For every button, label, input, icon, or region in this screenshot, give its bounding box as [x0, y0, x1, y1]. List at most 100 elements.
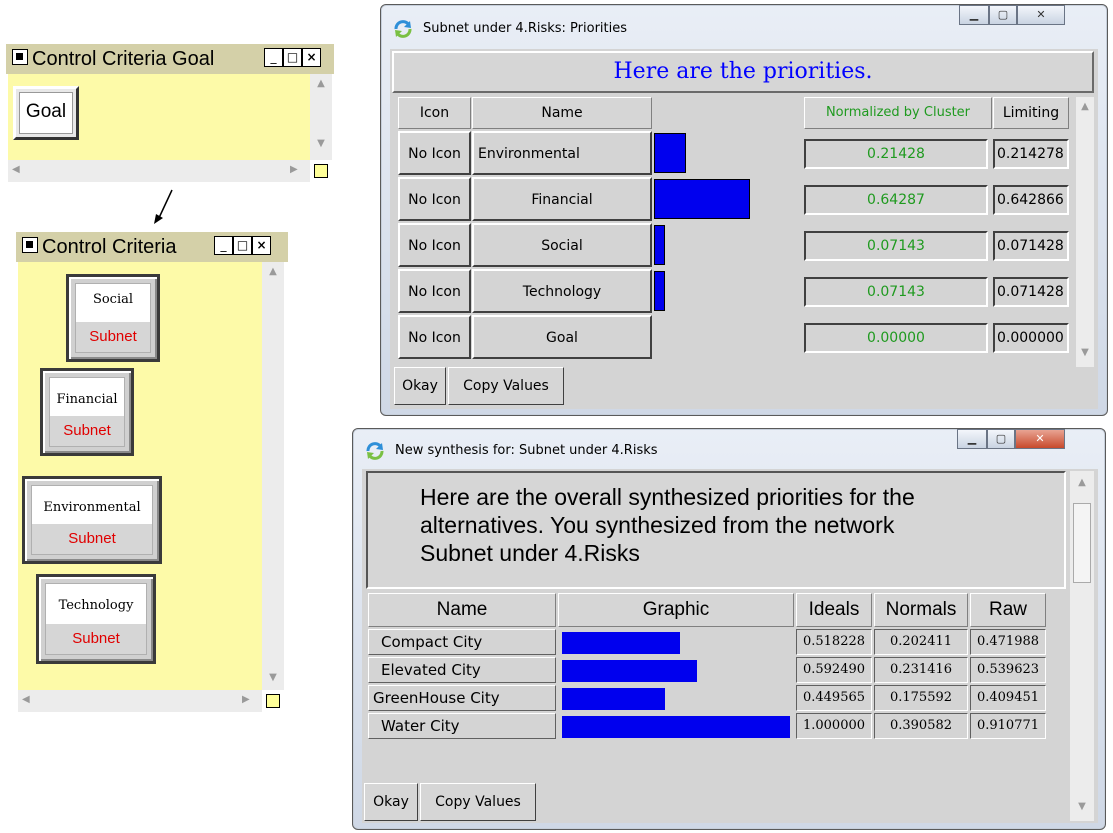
- system-menu-icon[interactable]: [22, 237, 38, 253]
- node-name: Financial: [56, 392, 118, 407]
- row-normals-value: 0.175592: [874, 685, 968, 711]
- synthesis-heading-line: Here are the overall synthesized priorit…: [420, 484, 915, 510]
- scroll-up-icon[interactable]: ▲: [1070, 477, 1094, 488]
- row-name-cell: Technology: [472, 269, 652, 313]
- priority-bar: [654, 225, 665, 265]
- synthesis-bar: [562, 716, 790, 738]
- scroll-up-icon[interactable]: ▲: [262, 266, 284, 277]
- row-ideals-value: 1.000000: [796, 713, 872, 739]
- okay-button[interactable]: Okay: [364, 783, 418, 821]
- row-normalized-value: 0.07143: [804, 277, 988, 307]
- synthesis-vertical-scrollbar[interactable]: ▲ ▼: [1070, 471, 1094, 821]
- minimize-button[interactable]: _: [264, 48, 283, 67]
- priorities-table: Icon Name Normalized by Cluster Limiting…: [396, 97, 1076, 367]
- goal-window-titlebar[interactable]: Control Criteria Goal _ □ ×: [6, 44, 334, 74]
- copy-values-button[interactable]: Copy Values: [448, 367, 564, 405]
- scroll-down-icon[interactable]: ▼: [1076, 347, 1094, 358]
- scroll-right-icon[interactable]: ▶: [242, 694, 250, 705]
- row-normalized-value: 0.21428: [804, 139, 988, 169]
- row-raw-value: 0.910771: [970, 713, 1046, 739]
- close-button[interactable]: ×: [252, 236, 271, 255]
- priorities-vertical-scrollbar[interactable]: ▲ ▼: [1076, 97, 1094, 367]
- scroll-right-icon[interactable]: ▶: [290, 164, 298, 175]
- priorities-heading: Here are the priorities.: [613, 59, 873, 84]
- scroll-down-icon[interactable]: ▼: [1070, 801, 1094, 812]
- scroll-thumb[interactable]: [1073, 503, 1091, 583]
- row-raw-value: 0.409451: [970, 685, 1046, 711]
- row-normals-value: 0.231416: [874, 657, 968, 683]
- node-name: Technology: [58, 598, 134, 613]
- goal-node[interactable]: Goal: [13, 86, 79, 140]
- col-header-name[interactable]: Name: [472, 97, 652, 129]
- maximize-button[interactable]: ▢: [989, 5, 1017, 25]
- col-header-raw[interactable]: Raw: [970, 593, 1046, 627]
- row-limiting-value: 0.071428: [993, 277, 1069, 307]
- app-refresh-icon: [394, 20, 412, 38]
- synthesis-heading-line: alternatives. You synthesized from the n…: [420, 512, 895, 538]
- col-header-ideals[interactable]: Ideals: [796, 593, 872, 627]
- minimize-button[interactable]: ▁: [957, 429, 987, 449]
- scroll-left-icon[interactable]: ◀: [12, 164, 20, 175]
- minimize-button[interactable]: ▁: [959, 5, 989, 25]
- row-icon-cell: No Icon: [398, 223, 471, 267]
- scroll-down-icon[interactable]: ▼: [310, 138, 332, 149]
- node-box: Financial Subnet: [49, 377, 125, 447]
- resize-grip-icon[interactable]: [314, 164, 328, 178]
- row-raw-value: 0.471988: [970, 629, 1046, 655]
- scroll-down-icon[interactable]: ▼: [262, 672, 284, 683]
- minimize-button[interactable]: _: [214, 236, 233, 255]
- maximize-button[interactable]: □: [233, 236, 252, 255]
- row-icon-cell: No Icon: [398, 131, 471, 175]
- synthesis-heading-line: Subnet under 4.Risks: [420, 540, 640, 566]
- col-header-limiting[interactable]: Limiting: [993, 97, 1069, 129]
- col-header-normalized[interactable]: Normalized by Cluster: [804, 97, 992, 129]
- goal-vertical-scrollbar[interactable]: ▲ ▼: [310, 74, 332, 160]
- scroll-up-icon[interactable]: ▲: [310, 78, 332, 89]
- row-limiting-value: 0.071428: [993, 231, 1069, 261]
- synthesis-window-title: New synthesis for: Subnet under 4.Risks: [395, 443, 658, 458]
- close-button[interactable]: ✕: [1015, 429, 1065, 449]
- row-ideals-value: 0.592490: [796, 657, 872, 683]
- node-subnet-label: Subnet: [46, 624, 146, 654]
- criteria-horizontal-scrollbar[interactable]: ◀ ▶: [18, 690, 262, 712]
- row-normalized-value: 0.07143: [804, 231, 988, 261]
- environmental-subnet-node[interactable]: Environmental Subnet: [22, 476, 162, 564]
- control-criteria-goal-window: Control Criteria Goal _ □ × Goal ▲ ▼ ◀ ▶: [6, 44, 334, 184]
- copy-values-button[interactable]: Copy Values: [420, 783, 536, 821]
- node-subnet-label: Subnet: [76, 322, 150, 352]
- resize-grip-icon[interactable]: [266, 694, 280, 708]
- scroll-up-icon[interactable]: ▲: [1076, 101, 1094, 112]
- node-subnet-label: Subnet: [32, 524, 152, 554]
- maximize-button[interactable]: ▢: [987, 429, 1015, 449]
- maximize-button[interactable]: □: [283, 48, 302, 67]
- col-header-name[interactable]: Name: [368, 593, 556, 627]
- synthesis-bar: [562, 632, 680, 654]
- col-header-icon[interactable]: Icon: [398, 97, 471, 129]
- synthesis-heading: Here are the overall synthesized priorit…: [420, 483, 915, 567]
- goal-node-box: Goal: [19, 92, 73, 134]
- technology-subnet-node[interactable]: Technology Subnet: [36, 574, 156, 664]
- close-button[interactable]: ✕: [1017, 5, 1065, 25]
- row-name-cell: Environmental: [472, 131, 652, 175]
- priority-bar: [654, 179, 750, 219]
- goal-window-title: Control Criteria Goal: [32, 48, 215, 70]
- okay-button[interactable]: Okay: [394, 367, 446, 405]
- criteria-window-titlebar[interactable]: Control Criteria _ □ ×: [16, 232, 288, 262]
- row-name-cell: Elevated City: [368, 657, 556, 683]
- financial-subnet-node[interactable]: Financial Subnet: [40, 368, 134, 456]
- row-name-cell: Social: [472, 223, 652, 267]
- row-raw-value: 0.539623: [970, 657, 1046, 683]
- row-icon-cell: No Icon: [398, 269, 471, 313]
- row-icon-cell: No Icon: [398, 315, 471, 359]
- system-menu-icon[interactable]: [12, 49, 28, 65]
- col-header-graphic[interactable]: Graphic: [558, 593, 794, 627]
- goal-horizontal-scrollbar[interactable]: ◀ ▶: [8, 160, 310, 182]
- priorities-window: Subnet under 4.Risks: Priorities ▁ ▢ ✕ H…: [380, 4, 1108, 416]
- criteria-vertical-scrollbar[interactable]: ▲ ▼: [262, 262, 284, 690]
- scroll-left-icon[interactable]: ◀: [22, 694, 30, 705]
- priorities-window-title: Subnet under 4.Risks: Priorities: [423, 21, 628, 36]
- social-subnet-node[interactable]: Social Subnet: [66, 274, 160, 362]
- close-button[interactable]: ×: [302, 48, 321, 67]
- node-box: Environmental Subnet: [31, 485, 153, 555]
- col-header-normals[interactable]: Normals: [874, 593, 968, 627]
